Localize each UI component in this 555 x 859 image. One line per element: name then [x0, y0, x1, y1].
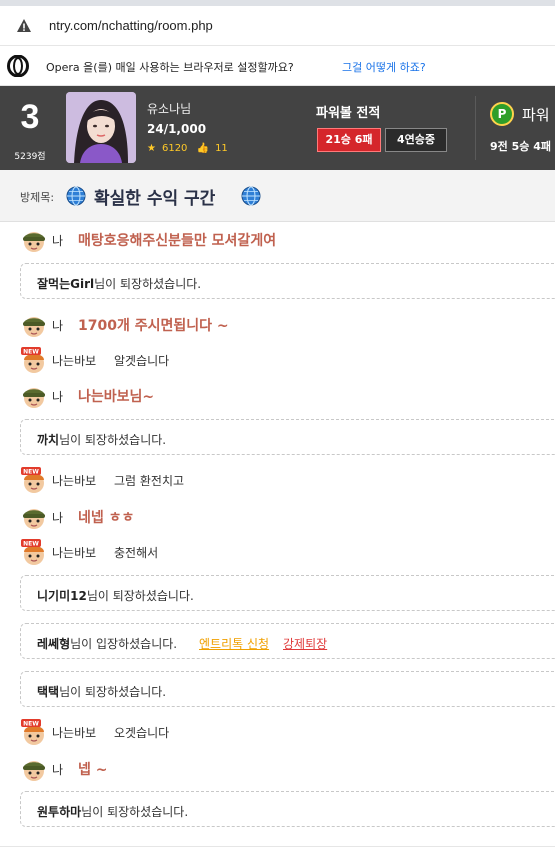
room-title: 확실한 수익 구간	[94, 189, 216, 209]
url-text[interactable]: ntry.com/nchatting/room.php	[49, 18, 213, 33]
sender-name[interactable]: 나는바보	[52, 544, 96, 561]
message-text: 알겟습니다	[114, 354, 170, 368]
user-stats: ★ 6120 👍 11	[147, 143, 234, 154]
svg-text:NEW: NEW	[23, 721, 39, 728]
system-text: 님이 퇴장하셨습니다.	[59, 685, 167, 699]
user-count: 24/1,000	[147, 122, 207, 136]
avatar[interactable]	[66, 92, 136, 163]
system-message: 택택님이 퇴장하셨습니다.	[20, 671, 555, 707]
user-name[interactable]: 원투하마	[37, 805, 81, 819]
system-text: 님이 퇴장하셨습니다.	[86, 589, 194, 603]
system-text: 님이 퇴장하셨습니다.	[59, 433, 167, 447]
kick-user-link[interactable]: 강제퇴장	[283, 635, 327, 652]
room-title-label: 방제목:	[20, 191, 55, 204]
globe-icon	[66, 186, 86, 206]
message-text: 네넵 ㅎㅎ	[78, 510, 135, 526]
svg-text:NEW: NEW	[23, 541, 39, 548]
message-text: 넵 ~	[78, 762, 108, 778]
soldier-avatar-icon	[23, 509, 45, 529]
powerball-label[interactable]: 파워	[522, 104, 550, 125]
sender-name[interactable]: 나는바보	[52, 472, 96, 489]
svg-text:NEW: NEW	[23, 469, 39, 476]
new-user-avatar-icon: NEW	[21, 347, 44, 373]
system-text: 님이 입장하셨습니다.	[70, 637, 178, 651]
message-text: 나는바보님~	[78, 389, 155, 405]
warning-icon[interactable]	[16, 18, 32, 34]
star-icon: ★	[147, 143, 156, 154]
sender-name: 나	[52, 511, 64, 525]
user-name[interactable]: 레쎄형	[37, 637, 70, 651]
rank-points: 5239점	[14, 152, 46, 162]
thumbs-up-icon: 👍	[196, 143, 210, 154]
rank-box: 3 5239점	[0, 86, 60, 170]
user-profile-header: 3 5239점 유소나님 24/1,000 ★ 6120 👍 11 파워볼 전적 2…	[0, 86, 555, 170]
system-message: 까치님이 퇴장하셨습니다.	[20, 419, 555, 455]
system-message: 원투하마님이 퇴장하셨습니다.	[20, 791, 555, 827]
entry-talk-request-link[interactable]: 엔트리톡 신청	[199, 635, 269, 652]
globe-icon	[241, 186, 261, 206]
soldier-avatar-icon	[23, 317, 45, 337]
address-bar[interactable]: ntry.com/nchatting/room.php	[0, 0, 555, 46]
sender-name: 나	[52, 390, 64, 404]
system-text: 님이 퇴장하셨습니다.	[81, 805, 189, 819]
avatar-portrait-icon	[66, 92, 136, 163]
star-count: 6120	[161, 143, 188, 154]
streak-badge: 4연승중	[385, 128, 447, 152]
message-text: 오겟습니다	[114, 726, 170, 740]
powerball-p-icon: P	[490, 102, 514, 126]
powerball-record-title: 파워볼 전적	[316, 106, 381, 121]
system-message: 니기미12님이 퇴장하셨습니다.	[20, 575, 555, 611]
new-user-avatar-icon: NEW	[21, 719, 44, 745]
opera-logo-icon	[7, 55, 29, 77]
user-name: 유소나님	[147, 102, 192, 116]
default-browser-prompt: Opera 을(를) 매일 사용하는 브라우저로 설정할까요? 그걸 어떻게 하…	[0, 46, 555, 86]
soldier-avatar-icon	[23, 761, 45, 781]
new-user-avatar-icon: NEW	[21, 467, 44, 493]
system-message: 레쎄형님이 입장하셨습니다. 엔트리톡 신청 강제퇴장	[20, 623, 555, 659]
sender-name: 나	[52, 763, 64, 777]
sender-name[interactable]: 나는바보	[52, 352, 96, 369]
user-name[interactable]: 니기미12	[37, 589, 87, 603]
powerball-game-record: 9전 5승 4패	[490, 140, 551, 153]
user-name[interactable]: 까치	[37, 433, 59, 447]
divider	[0, 846, 555, 847]
message-text: 그럼 환전치고	[114, 474, 185, 488]
system-message: 잘먹는Girl님이 퇴장하셨습니다.	[20, 263, 555, 299]
like-count: 11	[215, 143, 228, 154]
soldier-avatar-icon	[23, 232, 45, 252]
rank-number: 3	[20, 98, 40, 136]
user-name[interactable]: 택택	[37, 685, 59, 699]
sender-name: 나	[52, 234, 64, 248]
message-text: 충전해서	[114, 546, 159, 560]
message-text: 1700개 주시면됩니다 ~	[78, 318, 229, 334]
sender-name[interactable]: 나는바보	[52, 724, 96, 741]
prompt-message: Opera 을(를) 매일 사용하는 브라우저로 설정할까요?	[46, 61, 294, 74]
prompt-help-link[interactable]: 그걸 어떻게 하죠?	[342, 59, 426, 75]
user-name[interactable]: 잘먹는Girl	[37, 277, 94, 291]
soldier-avatar-icon	[23, 388, 45, 408]
room-title-bar: 방제목: 확실한 수익 구간	[0, 170, 555, 222]
system-text: 님이 퇴장하셨습니다.	[94, 277, 202, 291]
svg-text:NEW: NEW	[23, 349, 39, 356]
new-user-avatar-icon: NEW	[21, 539, 44, 565]
divider	[475, 96, 476, 160]
message-text: 매탕호응해주신분들만 모셔갈게여	[78, 233, 277, 249]
record-badge: 21승 6패	[317, 128, 381, 152]
sender-name: 나	[52, 319, 64, 333]
